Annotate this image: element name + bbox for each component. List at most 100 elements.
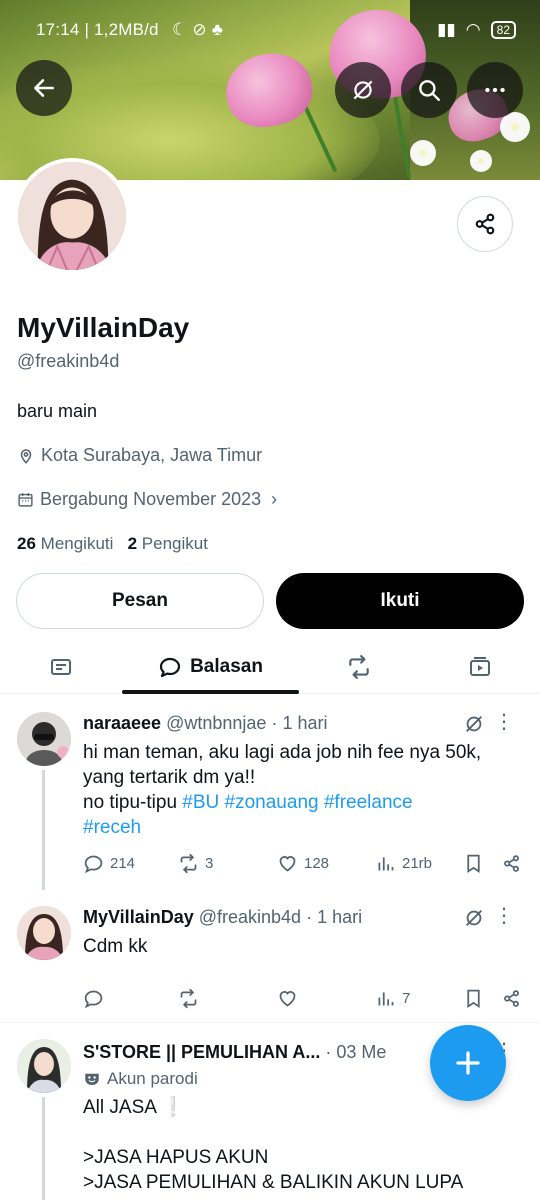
followers-label: Pengikut — [141, 534, 208, 553]
grok-icon[interactable] — [463, 907, 485, 929]
posts-icon — [51, 659, 71, 675]
post-time: · 1 hari — [306, 907, 363, 927]
more-icon — [485, 87, 505, 93]
post-header: S'STORE || PEMULIHAN A... · 03 Me — [83, 1042, 386, 1063]
reply-bubble-icon — [159, 657, 181, 678]
reply-icon — [84, 855, 103, 873]
message-button[interactable]: Pesan — [16, 573, 264, 629]
post[interactable]: naraaeee @wtnbnnjae · 1 hari ⋮ hi man te… — [0, 695, 540, 890]
share-icon — [504, 854, 519, 872]
share-button[interactable] — [501, 849, 522, 877]
post-text: Cdm kk — [83, 936, 148, 957]
post-time: · 1 hari — [271, 713, 328, 733]
profile-name: MyVillainDay — [17, 312, 190, 343]
calendar-icon — [18, 493, 33, 507]
post-avatar[interactable] — [17, 1039, 71, 1093]
reply-icon — [84, 990, 103, 1008]
repost-icon — [180, 988, 197, 1008]
post-more-button[interactable]: ⋮ — [494, 709, 514, 734]
profile-bio: baru main — [17, 401, 98, 421]
grok-button[interactable] — [335, 62, 391, 118]
tab-replies-label: Balasan — [190, 656, 263, 677]
repost-button[interactable]: 3 — [178, 849, 213, 877]
heart-icon — [279, 855, 296, 872]
bookmark-button[interactable] — [463, 984, 484, 1012]
plus-icon — [456, 1051, 480, 1075]
post-text-line: hi man teman, aku lagi ada job nih fee n… — [83, 742, 482, 763]
post-author-handle[interactable]: @freakinb4d — [199, 907, 301, 927]
post[interactable]: MyVillainDay @freakinb4d · 1 hari ⋮ Cdm … — [0, 890, 540, 1020]
post-text: All JASA ❕ >JASA HAPUS AKUN >JASA PEMULI… — [83, 1095, 523, 1195]
profile-tabs: Balasan — [0, 640, 540, 694]
post-text-line: >JASA HAPUS AKUN — [83, 1147, 269, 1168]
status-icons-left: ☾ ⊘ ♣ — [172, 20, 224, 39]
post-author-name[interactable]: S'STORE || PEMULIHAN A... — [83, 1042, 320, 1062]
hashtag-link[interactable]: #receh — [83, 815, 523, 840]
followers-link[interactable]: 2 Pengikut — [128, 534, 208, 553]
chevron-right-icon: › — [271, 489, 278, 509]
profile-avatar[interactable] — [14, 158, 130, 274]
post-more-button[interactable]: ⋮ — [494, 903, 514, 928]
reply-button[interactable]: 214 — [83, 849, 135, 877]
follow-button[interactable]: Ikuti — [276, 573, 524, 629]
hashtag-links[interactable]: #BU #zonauang #freelance — [182, 792, 412, 813]
post-text-line: yang tertarik dm ya!! — [83, 767, 256, 788]
post-text-line: no tipu-tipu #BU #zonauang #freelance — [83, 790, 523, 815]
like-button[interactable] — [277, 984, 298, 1012]
like-button[interactable]: 128 — [277, 849, 329, 877]
post-actions: 7 — [83, 984, 525, 1012]
video-icon — [469, 657, 490, 676]
tab-media[interactable] — [419, 640, 540, 694]
grok-icon[interactable] — [463, 713, 485, 735]
views-icon — [378, 856, 394, 870]
following-count: 26 — [17, 534, 36, 553]
bookmark-button[interactable] — [463, 849, 484, 877]
tab-posts[interactable] — [0, 640, 122, 694]
follow-stats: 26 Mengikuti 2 Pengikut — [17, 534, 208, 554]
bookmark-icon — [467, 989, 480, 1008]
tab-replies[interactable]: Balasan — [122, 640, 299, 694]
post-author-name[interactable]: MyVillainDay — [83, 907, 194, 927]
views-button[interactable]: 7 — [375, 984, 410, 1012]
location-text: Kota Surabaya, Jawa Timur — [41, 445, 263, 465]
parody-label: Akun parodi — [107, 1069, 198, 1088]
repost-icon — [349, 655, 369, 679]
views-count: 21rb — [402, 854, 433, 872]
reply-button[interactable] — [83, 984, 104, 1012]
followers-count: 2 — [127, 534, 138, 553]
share-profile-button[interactable] — [457, 196, 513, 252]
repost-icon — [180, 853, 197, 873]
bookmark-icon — [467, 854, 480, 873]
post-avatar[interactable] — [17, 712, 71, 766]
arrow-left-icon — [34, 79, 54, 97]
avatar-image — [17, 712, 71, 766]
search-button[interactable] — [401, 62, 457, 118]
more-button[interactable] — [467, 62, 523, 118]
banner-daisy — [410, 140, 436, 166]
post-author-handle[interactable]: @wtnbnnjae — [166, 713, 266, 733]
following-link[interactable]: 26 Mengikuti — [17, 534, 113, 553]
mask-icon — [85, 1073, 99, 1085]
thread-line — [42, 1097, 45, 1200]
post-header: naraaeee @wtnbnnjae · 1 hari — [83, 713, 327, 734]
parody-badge: Akun parodi — [83, 1069, 198, 1089]
post-author-name[interactable]: naraaeee — [83, 713, 161, 733]
heart-icon — [279, 990, 296, 1007]
repost-count: 3 — [205, 854, 214, 872]
tab-reposts[interactable] — [299, 640, 419, 694]
post-text-part: no tipu-tipu — [83, 792, 178, 813]
avatar-image — [18, 162, 126, 270]
repost-button[interactable] — [178, 984, 199, 1012]
compose-post-button[interactable] — [430, 1025, 506, 1101]
share-icon — [504, 989, 519, 1007]
back-button[interactable] — [16, 60, 72, 116]
profile-joined[interactable]: Bergabung November 2023 › — [17, 489, 277, 510]
post-avatar[interactable] — [17, 906, 71, 960]
status-time: 17:14 | 1,2MB/d — [36, 20, 159, 39]
share-icon — [475, 213, 495, 235]
views-icon — [378, 991, 394, 1005]
joined-text: Bergabung November 2023 — [40, 489, 262, 509]
battery-icon: 82 — [490, 21, 516, 39]
views-button[interactable]: 21rb — [375, 849, 432, 877]
share-button[interactable] — [501, 984, 522, 1012]
